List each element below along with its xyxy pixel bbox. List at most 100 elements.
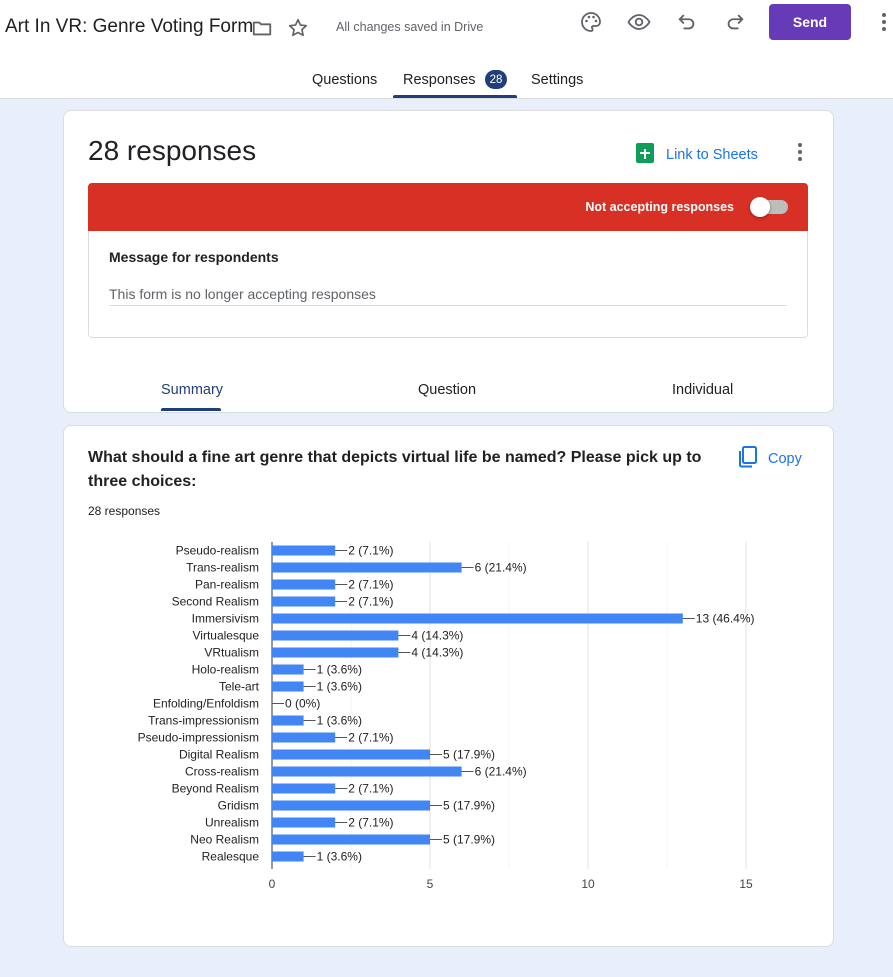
data-label: 2 (7.1%) (348, 782, 393, 796)
bar (272, 613, 683, 624)
category-label: Holo-realism (192, 663, 259, 677)
respondent-message-box: Message for respondents (88, 231, 808, 338)
data-label: 5 (17.9%) (443, 833, 495, 847)
category-label: Pseudo-impressionism (138, 731, 259, 745)
x-tick-label: 15 (739, 877, 753, 891)
category-label: Tele-art (219, 680, 260, 694)
data-label: 5 (17.9%) (443, 748, 495, 762)
question-text: What should a fine art genre that depict… (88, 449, 702, 490)
star-icon[interactable] (285, 15, 311, 41)
subtab-question[interactable]: Question (418, 382, 476, 398)
data-label: 4 (14.3%) (411, 629, 463, 643)
category-label: Trans-realism (186, 561, 259, 575)
data-label: 6 (21.4%) (475, 561, 527, 575)
more-options-icon[interactable] (790, 139, 810, 165)
category-label: Virtualesque (193, 629, 260, 643)
category-label: Second Realism (172, 595, 259, 609)
save-status: All changes saved in Drive (336, 20, 484, 34)
category-label: Beyond Realism (172, 782, 259, 796)
data-label: 13 (46.4%) (696, 612, 755, 626)
data-label: 1 (3.6%) (317, 663, 362, 677)
category-label: Unrealism (205, 816, 259, 830)
subtab-summary[interactable]: Summary (161, 382, 223, 398)
category-label: Pan-realism (195, 578, 259, 592)
sheets-icon (636, 143, 654, 167)
preview-eye-icon[interactable] (626, 9, 652, 35)
bar (272, 817, 336, 828)
not-accepting-label: Not accepting responses (585, 200, 734, 214)
category-label: Gridism (218, 799, 259, 813)
more-vert-icon[interactable] (874, 9, 893, 35)
copy-label: Copy (768, 451, 802, 467)
data-label: 2 (7.1%) (348, 731, 393, 745)
subtab-individual[interactable]: Individual (672, 382, 733, 398)
question-response-count: 28 responses (88, 504, 161, 518)
undo-icon[interactable] (674, 9, 700, 35)
category-label: Cross-realism (185, 765, 259, 779)
message-input[interactable] (109, 283, 787, 306)
category-label: Enfolding/Enfoldism (153, 697, 259, 711)
bar (272, 630, 399, 641)
bar (272, 783, 336, 794)
category-label: Realesque (202, 850, 260, 864)
responses-count-badge: 28 (485, 70, 507, 89)
data-label: 0 (0%) (285, 697, 320, 711)
palette-icon[interactable] (578, 9, 604, 35)
bar (272, 800, 430, 811)
responses-summary-card: 28 responses Link to Sheets Not acceptin… (63, 110, 834, 413)
message-label: Message for respondents (109, 249, 279, 265)
data-label: 1 (3.6%) (317, 714, 362, 728)
bar (272, 851, 304, 862)
data-label: 2 (7.1%) (348, 595, 393, 609)
category-label: VRtualism (204, 646, 259, 660)
data-label: 2 (7.1%) (348, 578, 393, 592)
bar (272, 664, 304, 675)
data-label: 2 (7.1%) (348, 544, 393, 558)
bar (272, 834, 430, 845)
top-bar: Art In VR: Genre Voting Form All changes… (0, 0, 893, 99)
active-subtab-indicator (161, 408, 221, 411)
bar (272, 562, 462, 573)
data-label: 4 (14.3%) (411, 646, 463, 660)
data-label: 5 (17.9%) (443, 799, 495, 813)
bar (272, 579, 336, 590)
question-summary-card: What should a fine art genre that depict… (63, 425, 834, 947)
bar (272, 545, 336, 556)
bar (272, 766, 462, 777)
bar (272, 715, 304, 726)
category-label: Immersivism (192, 612, 259, 626)
tab-settings[interactable]: Settings (531, 72, 583, 88)
responses-bar-chart: 0 5 10 15 Pseudo-realism 2 (7.1%) Trans-realis… (138, 542, 755, 891)
responses-title: 28 responses (88, 135, 257, 166)
tab-responses[interactable]: Responses (403, 72, 476, 88)
tab-questions[interactable]: Questions (312, 72, 377, 88)
bar (272, 681, 304, 692)
x-tick-label: 10 (581, 877, 595, 891)
bar (272, 596, 336, 607)
data-label: 1 (3.6%) (317, 850, 362, 864)
category-label: Neo Realism (190, 833, 259, 847)
category-label: Trans-impressionism (148, 714, 259, 728)
folder-icon[interactable] (249, 15, 275, 41)
send-button[interactable]: Send (769, 4, 851, 40)
copy-chart-button[interactable]: Copy (738, 446, 802, 472)
data-label: 2 (7.1%) (348, 816, 393, 830)
form-tabs: Questions Responses 28 Settings (0, 62, 893, 98)
form-title[interactable]: Art In VR: Genre Voting Form (5, 16, 253, 38)
accepting-responses-banner: Not accepting responses (88, 183, 808, 231)
active-tab-indicator (393, 95, 517, 98)
x-tick-label: 0 (269, 877, 276, 891)
bar (272, 749, 430, 760)
link-to-sheets-button[interactable]: Link to Sheets (636, 143, 758, 167)
data-label: 1 (3.6%) (317, 680, 362, 694)
copy-icon (738, 446, 758, 472)
category-label: Pseudo-realism (176, 544, 259, 558)
category-label: Digital Realism (179, 748, 259, 762)
x-tick-label: 5 (427, 877, 434, 891)
link-to-sheets-label: Link to Sheets (666, 147, 758, 163)
data-label: 6 (21.4%) (475, 765, 527, 779)
accepting-toggle-knob[interactable] (750, 197, 770, 217)
redo-icon[interactable] (722, 9, 748, 35)
bar (272, 732, 336, 743)
bar (272, 647, 399, 658)
